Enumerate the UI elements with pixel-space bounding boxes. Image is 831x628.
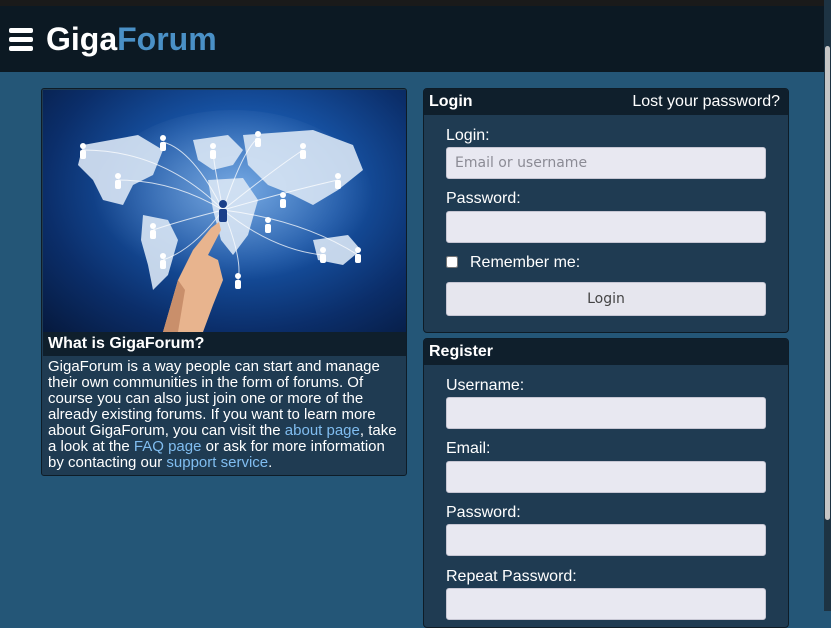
login-input[interactable] [446,147,766,179]
remember-me-label: Remember me: [470,254,581,271]
site-logo[interactable]: GigaForum [46,19,217,59]
register-password-label: Password: [446,504,521,521]
remember-me-checkbox[interactable] [446,256,458,268]
top-bar: GigaForum [0,0,824,72]
logo-part-forum: Forum [117,21,217,57]
password-label: Password: [446,190,521,207]
about-page-link[interactable]: about page [285,422,360,439]
register-panel: Register Username: Email: Password: Repe… [423,338,789,628]
login-button[interactable]: Login [446,282,766,316]
intro-card: What is GigaForum? GigaForum is a way pe… [41,88,407,476]
hamburger-menu-icon[interactable] [9,28,33,54]
login-panel: Login Lost your password? Login: Passwor… [423,88,789,333]
logo-part-giga: Giga [46,21,118,57]
login-panel-header: Login Lost your password? [424,89,788,115]
lost-password-link[interactable]: Lost your password? [632,89,780,115]
world-network-image [43,90,406,332]
email-input[interactable] [446,461,766,493]
register-title: Register [429,343,494,360]
username-label: Username: [446,377,525,394]
scrollbar[interactable] [824,0,831,611]
login-title: Login [429,93,473,110]
faq-page-link[interactable]: FAQ page [134,438,202,455]
username-input[interactable] [446,397,766,429]
register-password-input[interactable] [446,524,766,556]
repeat-password-label: Repeat Password: [446,568,577,585]
repeat-password-input[interactable] [446,588,766,620]
email-label: Email: [446,440,491,457]
login-label: Login: [446,127,490,144]
register-panel-header: Register [424,339,788,365]
support-service-link[interactable]: support service [166,454,268,471]
scrollbar-thumb[interactable] [825,46,830,520]
intro-description: GigaForum is a way people can start and … [48,358,397,471]
password-input[interactable] [446,211,766,243]
intro-title: What is GigaForum? [43,332,406,356]
